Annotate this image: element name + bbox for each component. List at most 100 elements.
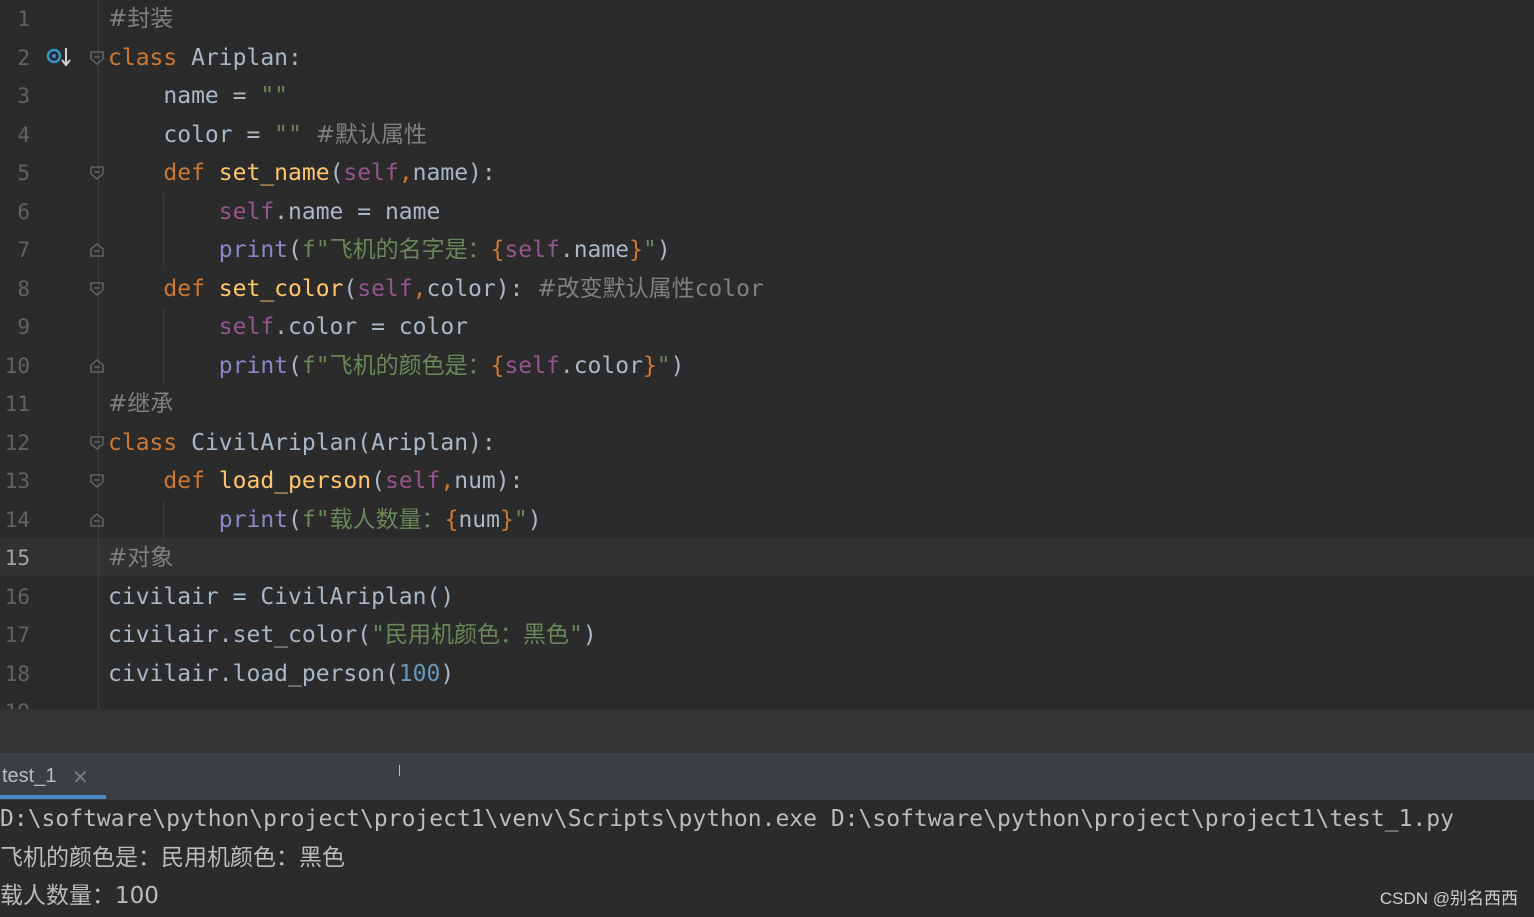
code-token: 载人数量： bbox=[329, 506, 445, 533]
code-token: .name bbox=[559, 237, 630, 263]
code-line[interactable]: 12 class CivilAriplan(Ariplan): bbox=[0, 424, 1534, 462]
code-text[interactable]: class CivilAriplan(Ariplan): bbox=[108, 424, 496, 462]
fold-marker-icon[interactable] bbox=[90, 281, 104, 296]
code-line[interactable]: 4 color = "" #默认属性 bbox=[0, 116, 1534, 154]
code-token: civilair.set_color( bbox=[108, 622, 372, 648]
fold-marker-icon[interactable] bbox=[90, 243, 104, 257]
code-token: CivilAriplan(Ariplan): bbox=[191, 429, 496, 456]
fold-marker-icon[interactable] bbox=[90, 50, 104, 65]
code-token: self bbox=[504, 352, 560, 379]
code-editor[interactable]: 1 #封装 2 class Ariplan: 3 name = "" 4 color = … bbox=[0, 0, 1534, 709]
line-number: 13 bbox=[4, 469, 30, 493]
indent-guide bbox=[163, 500, 164, 539]
fold-marker-icon[interactable] bbox=[90, 358, 104, 373]
code-line[interactable]: 3 name = "" bbox=[0, 77, 1534, 115]
code-line[interactable]: 16 civilair = CivilAriplan() bbox=[0, 578, 1534, 616]
code-text[interactable]: name = "" bbox=[108, 77, 288, 115]
code-token: name = bbox=[108, 83, 261, 109]
code-line[interactable]: 10 print(f"飞机的颜色是：{self.color}") bbox=[0, 347, 1534, 385]
code-text[interactable]: print(f"载人数量：{num}") bbox=[108, 501, 542, 539]
code-token: self bbox=[218, 198, 275, 225]
code-text[interactable]: self.color = color bbox=[108, 308, 468, 346]
code-text[interactable]: #对象 bbox=[108, 539, 173, 577]
code-token: class bbox=[108, 429, 192, 456]
code-line[interactable]: 9 self.color = color bbox=[0, 308, 1534, 346]
fold-marker-icon[interactable] bbox=[90, 512, 104, 527]
code-text[interactable]: class Ariplan: bbox=[108, 39, 302, 77]
code-line[interactable]: 5 def set_name(self,name): bbox=[0, 154, 1534, 192]
code-text[interactable]: self.name = name bbox=[108, 193, 441, 231]
console-line-output-2: 载人数量：100 bbox=[0, 883, 159, 909]
code-line[interactable]: 7 print(f"飞机的名字是：{self.name}") bbox=[0, 231, 1534, 269]
code-token: " bbox=[568, 622, 583, 648]
code-token: , bbox=[440, 468, 455, 494]
code-token: self bbox=[343, 160, 399, 186]
code-text[interactable]: color = "" #默认属性 bbox=[108, 116, 427, 154]
code-token: " bbox=[642, 237, 657, 263]
indent-guide bbox=[163, 308, 164, 385]
code-line[interactable]: 8 def set_color(self,color): #改变默认属性colo… bbox=[0, 270, 1534, 308]
code-token: " bbox=[513, 506, 528, 533]
override-method-icon[interactable] bbox=[46, 46, 72, 70]
code-token: self bbox=[504, 237, 560, 263]
panel-splitter[interactable] bbox=[0, 709, 1534, 753]
code-line[interactable]: 11 #继承 bbox=[0, 385, 1534, 423]
code-token: , bbox=[398, 160, 413, 186]
code-token: self bbox=[384, 468, 441, 494]
code-token: print bbox=[218, 506, 289, 533]
fold-marker-icon[interactable] bbox=[90, 435, 104, 450]
code-token: , bbox=[412, 275, 427, 302]
line-number: 12 bbox=[4, 430, 30, 455]
code-text[interactable]: print(f"飞机的名字是：{self.name}") bbox=[108, 231, 671, 269]
code-token: #改变默认属性 bbox=[537, 275, 695, 302]
run-console-output[interactable]: D:\software\python\project\project1\venv… bbox=[0, 800, 1534, 917]
code-token: #对象 bbox=[108, 545, 174, 571]
code-text[interactable]: civilair.set_color("民用机颜色：黑色") bbox=[108, 616, 597, 654]
close-icon[interactable]: ✕ bbox=[72, 765, 89, 790]
line-number: 15 bbox=[4, 546, 30, 570]
tab-run-test-1[interactable]: test_1 ✕ bbox=[0, 753, 106, 800]
code-text[interactable]: #封装 bbox=[108, 0, 173, 38]
code-text[interactable]: def set_name(self,name): bbox=[108, 154, 495, 192]
code-token: def bbox=[163, 275, 219, 302]
text-cursor bbox=[399, 765, 400, 776]
code-line[interactable]: 6 self.name = name bbox=[0, 193, 1534, 231]
code-token: ) bbox=[582, 622, 597, 648]
code-text[interactable]: civilair = CivilAriplan() bbox=[108, 578, 454, 616]
code-token: #封装 bbox=[108, 6, 174, 32]
fold-marker-icon[interactable] bbox=[90, 166, 104, 180]
line-number: 5 bbox=[17, 161, 30, 185]
code-text[interactable]: def load_person(self,num): bbox=[108, 462, 523, 500]
code-line[interactable]: 17 civilair.set_color("民用机颜色：黑色") bbox=[0, 616, 1534, 654]
code-token: color = bbox=[108, 121, 275, 148]
code-line[interactable]: 2 class Ariplan: bbox=[0, 39, 1534, 77]
code-token: { bbox=[444, 506, 459, 533]
code-line[interactable]: 1 #封装 bbox=[0, 0, 1534, 38]
code-token: color bbox=[694, 275, 764, 302]
code-token: ) bbox=[670, 352, 685, 379]
code-token: ) bbox=[656, 237, 671, 263]
code-token: class bbox=[108, 44, 192, 71]
fold-marker-icon[interactable] bbox=[90, 474, 104, 488]
code-text[interactable]: print(f"飞机的颜色是：{self.color}") bbox=[108, 347, 685, 385]
code-line[interactable]: 13 def load_person(self,num): bbox=[0, 462, 1534, 500]
code-token: self bbox=[357, 275, 413, 302]
code-line[interactable]: 14 print(f"载人数量：{num}") bbox=[0, 501, 1534, 539]
code-line[interactable]: 19 bbox=[0, 693, 1534, 709]
code-token: ( bbox=[329, 160, 344, 186]
code-token: color): bbox=[426, 275, 538, 302]
code-line[interactable]: 18 civilair.load_person(100) bbox=[0, 655, 1534, 693]
code-text[interactable]: def set_color(self,color): #改变默认属性color bbox=[108, 270, 764, 308]
code-token: f" bbox=[301, 506, 330, 533]
line-number: 9 bbox=[17, 315, 30, 339]
code-text[interactable]: #继承 bbox=[108, 385, 173, 423]
code-token: load_person bbox=[218, 468, 372, 494]
code-token: f" bbox=[301, 237, 330, 263]
code-text[interactable]: civilair.load_person(100) bbox=[108, 655, 454, 693]
code-token: " bbox=[656, 352, 671, 379]
code-token: ) bbox=[440, 660, 455, 687]
code-token: ( bbox=[371, 468, 385, 494]
code-line[interactable]: 15 #对象 bbox=[0, 539, 1534, 577]
